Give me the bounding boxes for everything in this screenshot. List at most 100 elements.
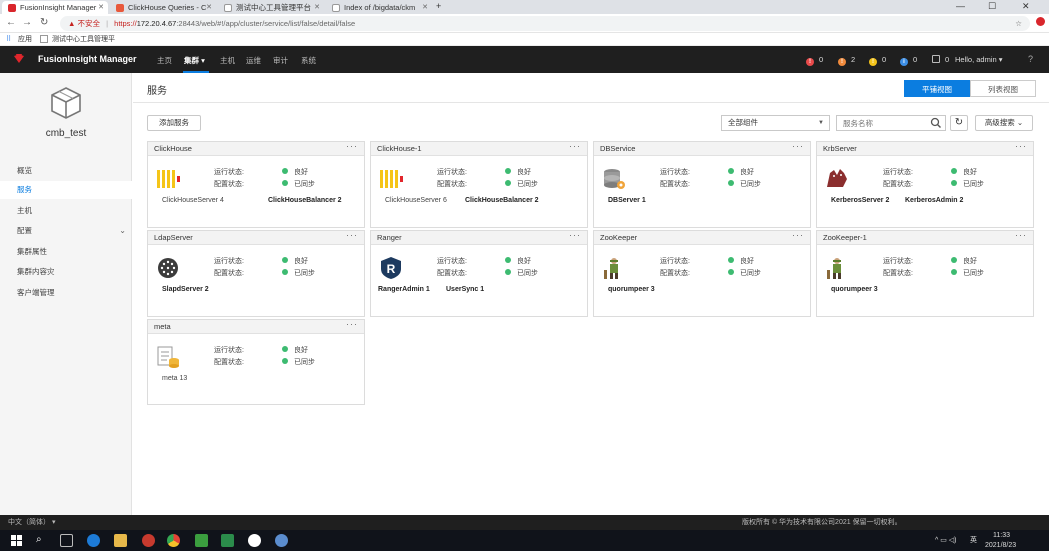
sidebar-item-hosts[interactable]: 主机 — [0, 202, 132, 220]
maximize-button[interactable]: ☐ — [988, 0, 996, 13]
search-icon[interactable] — [930, 117, 942, 129]
wechat-icon[interactable] — [195, 534, 208, 547]
minor-alarm-counter[interactable]: ! 0 — [869, 55, 886, 66]
nav-hosts[interactable]: 主机 — [220, 55, 235, 66]
more-icon[interactable]: ··· — [1015, 230, 1027, 240]
role-instance[interactable]: meta 13 — [162, 375, 187, 382]
service-name[interactable]: ZooKeeper — [600, 233, 637, 242]
nav-system[interactable]: 系统 — [301, 55, 316, 66]
role-instance[interactable]: SlapdServer 2 — [162, 286, 209, 293]
task-view-icon[interactable] — [60, 534, 73, 547]
sidebar-item-cluster-properties[interactable]: 集群属性 — [0, 243, 132, 261]
back-icon[interactable]: ← — [6, 17, 16, 29]
browser-tab-index[interactable]: Index of /bigdata/ckm ✕ — [326, 1, 432, 14]
close-tab-icon[interactable]: ✕ — [98, 1, 104, 14]
browser-tab-clickhouse[interactable]: ClickHouse Queries - C ✕ — [110, 1, 216, 14]
service-name[interactable]: LdapServer — [154, 233, 193, 242]
service-name[interactable]: KrbServer — [823, 144, 857, 153]
more-icon[interactable]: ··· — [792, 230, 804, 240]
role-instance[interactable]: KerberosAdmin 2 — [905, 197, 963, 204]
browser-tab-test-center[interactable]: 测试中心工具管理平台 ✕ — [218, 1, 324, 14]
info-alarm-counter[interactable]: i0 — [900, 55, 917, 66]
list-view-button[interactable]: 列表视图 — [970, 80, 1036, 97]
user-menu[interactable]: Hello, admin ▾ — [955, 55, 1003, 64]
not-secure-label[interactable]: 不安全 — [78, 19, 101, 28]
close-tab-icon[interactable]: ✕ — [422, 1, 428, 14]
app-icon[interactable] — [248, 534, 261, 547]
role-instance[interactable]: ClickHouseServer 6 — [385, 197, 447, 204]
service-name[interactable]: DBService — [600, 144, 635, 153]
more-icon[interactable]: ··· — [1015, 141, 1027, 151]
role-instance[interactable]: ClickHouseServer 4 — [162, 197, 224, 204]
clock-time[interactable]: 11:33 — [993, 531, 1010, 541]
sidebar-item-overview[interactable]: 概览 — [0, 162, 132, 180]
minimize-button[interactable]: — — [956, 0, 965, 13]
bookmark-star-icon[interactable]: ☆ — [1015, 16, 1022, 31]
service-name[interactable]: ZooKeeper-1 — [823, 233, 867, 242]
app-icon[interactable] — [142, 534, 155, 547]
chrome-icon[interactable] — [167, 534, 180, 547]
more-icon[interactable]: ··· — [569, 141, 581, 151]
excel-icon[interactable] — [221, 534, 234, 547]
more-icon[interactable]: ··· — [792, 141, 804, 151]
service-card-zookeeper-1[interactable]: ZooKeeper-1 ··· 运行状态: 良好 配置状态: 已同步 quorumpeer … — [816, 230, 1034, 317]
sidebar-item-config[interactable]: 配置 ⌄ — [0, 222, 132, 240]
service-card-dbservice[interactable]: DBService ··· 运行状态: 良好 配置状态: 已同步 DBServer 1 — [593, 141, 811, 228]
url-field[interactable]: ▲ 不安全 | https://172.20.4.67:28443/web/#!… — [60, 16, 1030, 31]
edge-browser-icon[interactable] — [87, 534, 100, 547]
service-name[interactable]: ClickHouse-1 — [377, 144, 422, 153]
more-icon[interactable]: ··· — [569, 230, 581, 240]
tile-view-button[interactable]: 平铺视图 — [904, 80, 970, 97]
role-instance[interactable]: KerberosServer 2 — [831, 197, 889, 204]
forward-icon[interactable]: → — [22, 17, 32, 29]
more-icon[interactable]: ··· — [346, 230, 358, 240]
bookmark-apps[interactable]: 应用 — [18, 33, 32, 46]
role-instance[interactable]: quorumpeer 3 — [831, 286, 878, 293]
role-instance[interactable]: DBServer 1 — [608, 197, 646, 204]
sidebar-item-services[interactable]: 服务 — [0, 181, 132, 199]
close-tab-icon[interactable]: ✕ — [314, 1, 320, 14]
bookmark-test-center[interactable]: 测试中心工具管理平 — [52, 33, 115, 46]
role-instance[interactable]: RangerAdmin 1 — [378, 286, 430, 293]
service-name[interactable]: meta — [154, 322, 171, 331]
apps-grid-icon[interactable]: ⠿ — [6, 33, 11, 46]
sidebar-item-client-management[interactable]: 客户端管理 — [0, 284, 132, 302]
role-instance[interactable]: ClickHouseBalancer 2 — [465, 197, 539, 204]
ime-indicator[interactable]: 英 — [970, 536, 977, 546]
service-card-krbserver[interactable]: KrbServer ··· 运行状态: 良好 配置状态: 已同步 KerberosServe… — [816, 141, 1034, 228]
nav-audit[interactable]: 审计 — [273, 55, 288, 66]
new-tab-button[interactable]: + — [436, 0, 441, 13]
service-card-clickhouse[interactable]: ClickHouse ··· 运行状态: 良好 配置状态: 已同步 ClickHouseSe… — [147, 141, 365, 228]
windows-start-icon[interactable] — [10, 534, 23, 547]
close-window-button[interactable]: ✕ — [1022, 0, 1030, 13]
service-card-ranger[interactable]: Ranger ··· R 运行状态: 良好 配置状态: 已同步 RangerAdmin 1 Us… — [370, 230, 588, 317]
critical-alarm-counter[interactable]: ! 0 — [806, 55, 823, 66]
refresh-button[interactable]: ↻ — [950, 115, 968, 131]
not-secure-icon[interactable]: ▲ — [68, 19, 75, 28]
more-icon[interactable]: ··· — [346, 141, 358, 151]
nav-om[interactable]: 运维 — [246, 55, 261, 66]
help-icon[interactable]: ? — [1028, 54, 1033, 64]
service-name[interactable]: ClickHouse — [154, 144, 192, 153]
service-card-ldapserver[interactable]: LdapServer ··· 运行状态: 良好 配置状态: 已同步 SlapdServer … — [147, 230, 365, 317]
more-icon[interactable]: ··· — [346, 319, 358, 329]
add-service-button[interactable]: 添加服务 — [147, 115, 201, 131]
search-icon[interactable]: ⌕ — [36, 534, 49, 547]
component-filter-select[interactable]: 全部组件 ▼ — [721, 115, 830, 131]
role-instance[interactable]: quorumpeer 3 — [608, 286, 655, 293]
role-instance[interactable]: UserSync 1 — [446, 286, 484, 293]
close-tab-icon[interactable]: ✕ — [206, 1, 212, 14]
service-card-clickhouse-1[interactable]: ClickHouse-1 ··· 运行状态: 良好 配置状态: 已同步 ClickHouse… — [370, 141, 588, 228]
app-icon[interactable] — [275, 534, 288, 547]
file-explorer-icon[interactable] — [114, 534, 127, 547]
service-card-zookeeper[interactable]: ZooKeeper ··· 运行状态: 良好 配置状态: 已同步 quorumpeer 3 — [593, 230, 811, 317]
clock-date[interactable]: 2021/8/23 — [985, 541, 1016, 551]
service-name[interactable]: Ranger — [377, 233, 402, 242]
task-counter[interactable]: 0 — [932, 55, 949, 64]
sidebar-item-disaster-recovery[interactable]: 集群内容灾 — [0, 263, 132, 281]
browser-tab-fusioninsight[interactable]: FusionInsight Manager ✕ — [2, 1, 108, 14]
nav-home[interactable]: 主页 — [157, 55, 172, 66]
nav-cluster[interactable]: 集群 ▾ — [184, 55, 205, 66]
tray-icons[interactable]: ^ ▭ ◁) — [935, 536, 957, 546]
chevron-down-icon[interactable]: ⌄ — [119, 222, 126, 240]
